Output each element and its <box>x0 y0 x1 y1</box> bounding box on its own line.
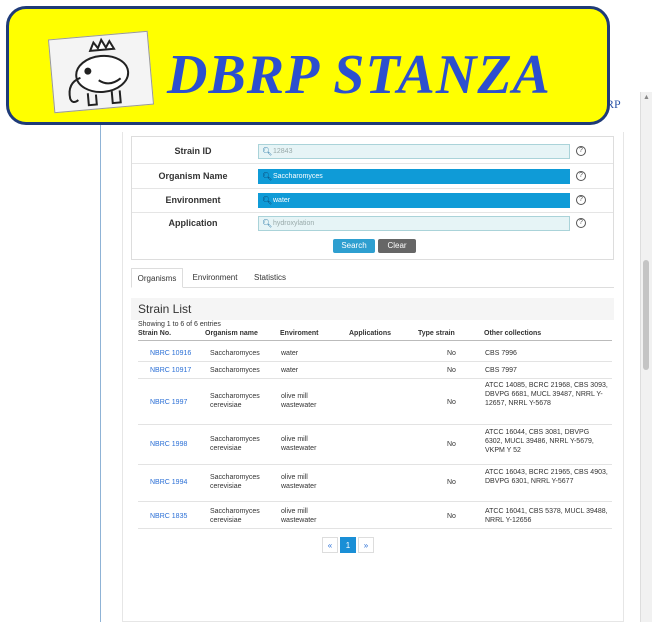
tab-environment[interactable]: Environment <box>187 268 243 288</box>
entries-info: Showing 1 to 6 of 6 entries <box>138 321 221 328</box>
environment-cell: water <box>281 367 299 374</box>
organism-cell: Saccharomyces cerevisiae <box>210 474 260 490</box>
pagination-next[interactable]: » <box>358 537 374 553</box>
column-header-organism[interactable]: Organism name <box>205 330 258 337</box>
tab-organisms[interactable]: Organisms <box>131 268 183 288</box>
column-header-environment[interactable]: Enviroment <box>280 330 319 337</box>
search-icon: 🔍︎ <box>262 147 273 156</box>
column-header-type-strain[interactable]: Type strain <box>418 330 455 337</box>
collections-cell: ATCC 16041, CBS 5378, MUCL 39488, NRRL Y… <box>485 508 608 524</box>
banner-title: DBRP STANZA <box>167 44 551 106</box>
collections-cell: CBS 7997 <box>485 367 517 374</box>
type-strain-cell: No <box>447 441 456 448</box>
application-value: hydroxylation <box>273 220 315 227</box>
collections-cell: ATCC 16043, BCRC 21965, CBS 4903, DBVPG … <box>485 469 608 485</box>
type-strain-cell: No <box>447 367 456 374</box>
search-row-application: Application 🔍︎ hydroxylation ? <box>132 212 613 234</box>
strain-id-label: Strain ID <box>174 146 212 156</box>
collections-cell: ATCC 16044, CBS 3081, DBVPG 6302, MUCL 3… <box>485 429 594 454</box>
clear-button[interactable]: Clear <box>378 239 416 253</box>
strain-link[interactable]: NBRC 1994 <box>150 478 187 487</box>
environment-cell: olive mill wastewater <box>281 436 317 452</box>
organism-name-label: Organism Name <box>158 171 228 181</box>
organism-cell: Saccharomyces <box>210 350 260 357</box>
strain-link[interactable]: NBRC 1998 <box>150 440 187 449</box>
strain-id-input[interactable]: 🔍︎ 12843 <box>258 144 570 159</box>
environment-cell: olive mill wastewater <box>281 508 317 524</box>
row-divider <box>138 501 612 502</box>
row-divider <box>138 361 612 362</box>
environment-value: water <box>273 197 291 204</box>
environment-input[interactable]: 🔍︎ water <box>258 193 570 208</box>
divider <box>132 163 613 164</box>
pagination-page-1[interactable]: 1 <box>340 537 356 553</box>
organism-cell: Saccharomyces cerevisiae <box>210 393 260 409</box>
row-divider <box>138 528 612 529</box>
elephant-crown-icon <box>47 30 155 114</box>
search-form: Strain ID 🔍︎ 12843 ? Organism Name 🔍︎ Sa… <box>131 136 614 260</box>
header-divider <box>138 340 612 341</box>
search-icon: 🔍︎ <box>262 196 273 205</box>
strain-list-title: Strain List <box>131 298 614 320</box>
scrollbar-thumb[interactable] <box>643 260 649 370</box>
strain-link[interactable]: NBRC 1997 <box>150 398 187 407</box>
tab-statistics[interactable]: Statistics <box>245 268 295 288</box>
application-input[interactable]: 🔍︎ hydroxylation <box>258 216 570 231</box>
organism-cell: Saccharomyces <box>210 367 260 374</box>
collections-cell: CBS 7996 <box>485 350 517 357</box>
help-icon[interactable]: ? <box>576 171 586 181</box>
collections-cell: ATCC 14085, BCRC 21968, CBS 3093, DBVPG … <box>485 382 608 407</box>
strain-link[interactable]: NBRC 1835 <box>150 512 187 521</box>
row-divider <box>138 424 612 425</box>
organism-name-input[interactable]: 🔍︎ Saccharomyces <box>258 169 570 184</box>
strain-link[interactable]: NBRC 10916 <box>150 349 191 358</box>
search-icon: 🔍︎ <box>262 219 273 228</box>
scroll-up-arrow-icon[interactable]: ▲ <box>643 94 650 101</box>
organism-cell: Saccharomyces cerevisiae <box>210 436 260 452</box>
row-divider <box>138 464 612 465</box>
organism-name-value: Saccharomyces <box>273 173 323 180</box>
pagination-prev[interactable]: « <box>322 537 338 553</box>
help-icon[interactable]: ? <box>576 146 586 156</box>
type-strain-cell: No <box>447 513 456 520</box>
type-strain-cell: No <box>447 479 456 486</box>
search-row-environment: Environment 🔍︎ water ? <box>132 189 613 211</box>
application-label: Application <box>168 218 218 228</box>
environment-label: Environment <box>165 195 221 205</box>
environment-cell: olive mill wastewater <box>281 474 317 490</box>
search-row-strain-id: Strain ID 🔍︎ 12843 ? <box>132 140 613 162</box>
strain-id-value: 12843 <box>273 148 293 155</box>
environment-cell: olive mill wastewater <box>281 393 317 409</box>
search-button[interactable]: Search <box>333 239 375 253</box>
search-icon: 🔍︎ <box>262 172 273 181</box>
column-header-strain-no[interactable]: Strain No. <box>138 330 171 337</box>
type-strain-cell: No <box>447 399 456 406</box>
column-header-applications[interactable]: Applications <box>349 330 391 337</box>
row-divider <box>138 378 612 379</box>
help-icon[interactable]: ? <box>576 195 586 205</box>
type-strain-cell: No <box>447 350 456 357</box>
banner: DBRP STANZA <box>6 6 610 125</box>
search-row-organism-name: Organism Name 🔍︎ Saccharomyces ? <box>132 165 613 187</box>
column-header-other-collections[interactable]: Other collections <box>484 330 541 337</box>
strain-link[interactable]: NBRC 10917 <box>150 366 191 375</box>
organism-cell: Saccharomyces cerevisiae <box>210 508 260 524</box>
environment-cell: water <box>281 350 299 357</box>
tab-bar: Organisms Environment Statistics <box>131 268 614 288</box>
help-icon[interactable]: ? <box>576 218 586 228</box>
